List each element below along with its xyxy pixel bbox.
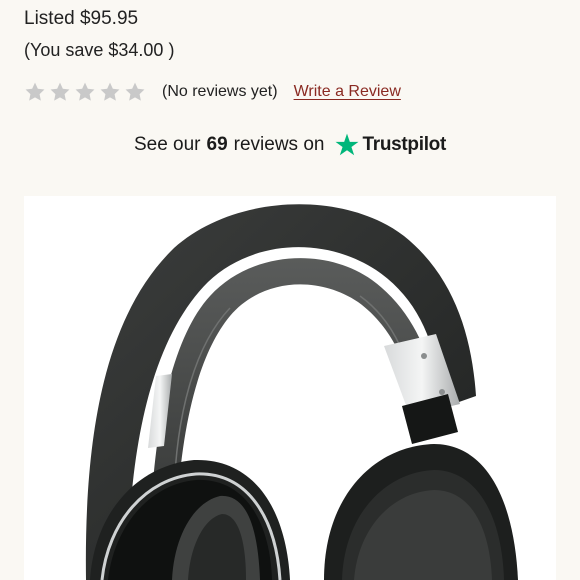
trustpilot-banner[interactable]: See our 69 reviews on Trustpilot	[0, 128, 580, 162]
trustpilot-logo[interactable]: Trustpilot	[334, 132, 446, 158]
write-review-link[interactable]: Write a Review	[294, 83, 401, 101]
star-rating[interactable]	[24, 81, 146, 103]
no-reviews-text: (No reviews yet)	[162, 83, 278, 100]
price-block: Listed $95.95 (You save $34.00 )	[24, 6, 174, 63]
trustpilot-review-count: 69	[206, 134, 228, 155]
trustpilot-prefix: See our	[133, 134, 201, 155]
headphones-image	[24, 196, 556, 580]
trustpilot-star-icon	[334, 132, 360, 158]
star-icon[interactable]	[74, 81, 96, 103]
trustpilot-suffix: reviews on	[233, 134, 325, 155]
star-icon[interactable]	[124, 81, 146, 103]
star-icon[interactable]	[24, 81, 46, 103]
product-page: Listed $95.95 (You save $34.00 ) (No rev…	[0, 0, 580, 580]
listed-price: Listed $95.95	[24, 8, 139, 29]
product-image[interactable]	[24, 196, 556, 580]
rating-row: (No reviews yet) Write a Review	[24, 78, 401, 106]
savings-text: (You save $34.00 )	[24, 40, 175, 60]
star-icon[interactable]	[99, 81, 121, 103]
star-icon[interactable]	[49, 81, 71, 103]
trustpilot-brand: Trustpilot	[362, 134, 447, 155]
